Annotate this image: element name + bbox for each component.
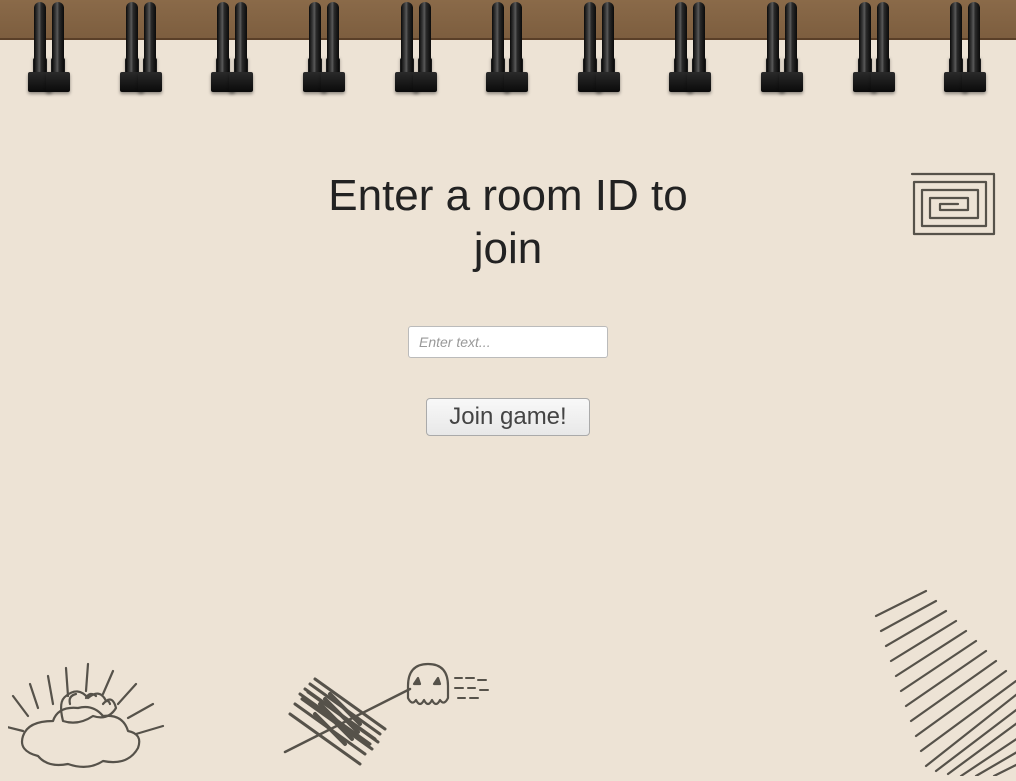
join-form: Enter a room ID to join Join game! xyxy=(0,170,1016,436)
doodle-ghost-icon xyxy=(400,656,530,716)
doodle-scribble-icon xyxy=(280,664,430,774)
doodle-hatching-icon xyxy=(866,586,1016,776)
doodle-explosion-icon xyxy=(8,626,188,776)
join-heading: Enter a room ID to join xyxy=(298,170,718,276)
join-game-button[interactable]: Join game! xyxy=(426,398,589,436)
room-id-input[interactable] xyxy=(408,326,608,358)
spiral-binding xyxy=(0,0,1016,110)
